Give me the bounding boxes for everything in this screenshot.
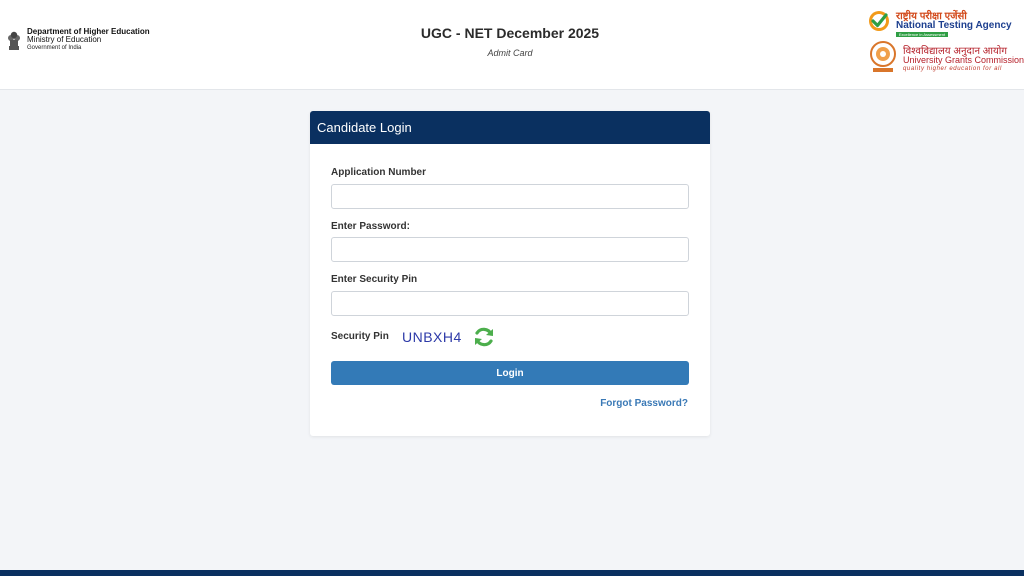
application-number-label: Application Number xyxy=(331,167,427,178)
footer-bar xyxy=(0,570,1024,576)
page-title: UGC - NET December 2025 xyxy=(420,25,600,41)
nta-logo: राष्ट्रीय परीक्षा एजेंसी National Testin… xyxy=(868,8,1020,38)
nta-tagline: Excellence in Assessment xyxy=(896,32,948,37)
login-button[interactable]: Login xyxy=(331,361,689,385)
login-card: Candidate Login Application Number Enter… xyxy=(310,111,710,436)
site-header: Department of Higher Education Ministry … xyxy=(0,0,1024,90)
ugc-logo: विश्वविद्यालय अनुदान आयोग University Gra… xyxy=(868,40,1024,76)
application-number-input[interactable] xyxy=(331,184,689,209)
ugc-seal-logo xyxy=(870,41,896,72)
page-title-block: UGC - NET December 2025 Admit Card xyxy=(360,25,660,58)
captcha-code: UNBXH4 xyxy=(402,329,462,345)
password-label: Enter Password: xyxy=(331,221,410,232)
login-card-heading: Candidate Login xyxy=(310,111,710,144)
page-subtitle: Admit Card xyxy=(487,48,533,58)
refresh-icon[interactable] xyxy=(472,325,496,349)
nta-checkmark-logo xyxy=(869,11,889,31)
dept-branding: Department of Higher Education Ministry … xyxy=(6,28,150,52)
ugc-tagline: quality higher education for all xyxy=(903,66,1002,72)
password-input[interactable] xyxy=(331,237,689,262)
government-name: Government of India xyxy=(27,45,82,51)
national-emblem-icon xyxy=(8,31,20,50)
forgot-password-link[interactable]: Forgot Password? xyxy=(600,398,688,409)
captcha-label: Security Pin xyxy=(331,331,389,342)
security-pin-input[interactable] xyxy=(331,291,689,316)
nta-english-name: National Testing Agency xyxy=(896,20,1012,31)
ugc-english-name: University Grants Commission xyxy=(903,55,1024,65)
ministry-name: Ministry of Education xyxy=(27,35,102,44)
security-pin-label: Enter Security Pin xyxy=(331,274,418,285)
